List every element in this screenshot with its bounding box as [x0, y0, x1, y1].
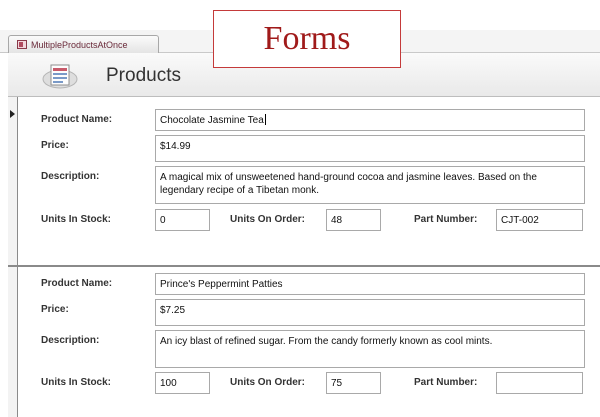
- text-cursor: [264, 114, 266, 125]
- units-on-order-label: Units On Order:: [230, 377, 306, 388]
- product-name-field[interactable]: Prince's Peppermint Patties: [155, 273, 585, 295]
- product-name-value: Chocolate Jasmine Tea: [160, 115, 264, 126]
- part-number-field[interactable]: [496, 372, 583, 394]
- price-field[interactable]: $7.25: [155, 299, 585, 326]
- forms-banner: Forms: [213, 10, 401, 68]
- description-field[interactable]: An icy blast of refined sugar. From the …: [155, 330, 585, 368]
- document-tab-label: MultipleProductsAtOnce: [31, 40, 128, 50]
- description-label: Description:: [41, 335, 100, 346]
- record-selector-column[interactable]: [8, 97, 18, 417]
- current-record-arrow-icon: [10, 110, 15, 118]
- price-label: Price:: [41, 304, 69, 315]
- part-number-label: Part Number:: [414, 214, 478, 225]
- product-name-label: Product Name:: [41, 278, 113, 289]
- part-number-label: Part Number:: [414, 377, 478, 388]
- price-field[interactable]: $14.99: [155, 135, 585, 162]
- form-tab-icon: [17, 40, 27, 49]
- description-field[interactable]: A magical mix of unsweetened hand-ground…: [155, 166, 585, 204]
- units-in-stock-label: Units In Stock:: [41, 214, 112, 225]
- record-separator: [8, 265, 600, 267]
- part-number-field[interactable]: CJT-002: [496, 209, 583, 231]
- description-label: Description:: [41, 171, 100, 182]
- units-in-stock-label: Units In Stock:: [41, 377, 112, 388]
- document-tab[interactable]: MultipleProductsAtOnce: [8, 35, 159, 53]
- form-icon: [42, 64, 78, 89]
- units-on-order-label: Units On Order:: [230, 214, 306, 225]
- product-name-field[interactable]: Chocolate Jasmine Tea: [155, 109, 585, 131]
- units-in-stock-field[interactable]: 100: [155, 372, 210, 394]
- price-label: Price:: [41, 140, 69, 151]
- units-on-order-field[interactable]: 75: [326, 372, 381, 394]
- units-in-stock-field[interactable]: 0: [155, 209, 210, 231]
- page-title: Products: [106, 65, 181, 86]
- product-name-label: Product Name:: [41, 114, 113, 125]
- units-on-order-field[interactable]: 48: [326, 209, 381, 231]
